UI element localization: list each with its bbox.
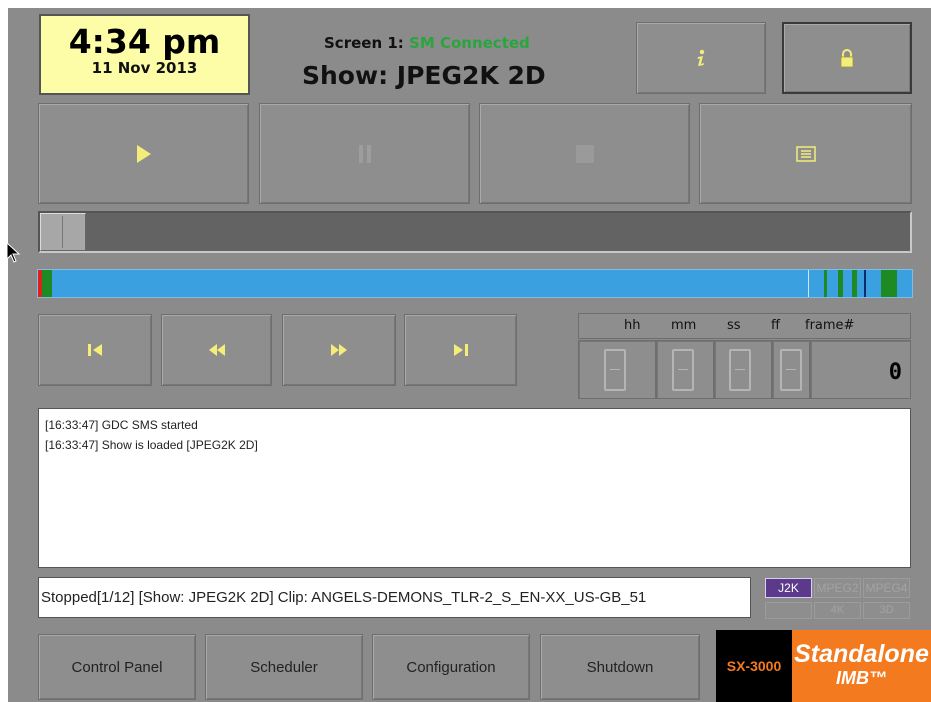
clock-date: 11 Nov 2013 bbox=[91, 59, 198, 77]
log-line: [16:33:47] Show is loaded [JPEG2K 2D] bbox=[45, 438, 258, 452]
clip-timeline[interactable] bbox=[37, 269, 913, 298]
skip-to-start-icon bbox=[88, 344, 102, 356]
scheduler-button[interactable]: Scheduler bbox=[205, 634, 363, 700]
lock-button[interactable] bbox=[782, 22, 912, 94]
timecode-digit bbox=[672, 349, 694, 391]
progress-slider-thumb[interactable] bbox=[40, 213, 86, 251]
codec-badge-j2k: J2K bbox=[765, 578, 812, 598]
format-badge-blank bbox=[765, 602, 812, 619]
timecode-minutes bbox=[656, 340, 714, 399]
frame-number: 0 bbox=[888, 360, 902, 385]
log-line: [16:33:47] GDC SMS started bbox=[45, 418, 198, 432]
rewind-icon bbox=[208, 344, 225, 356]
playlist-icon bbox=[795, 145, 816, 162]
codec-badge-mpeg2: MPEG2 bbox=[814, 578, 861, 598]
show-title: Show: JPEG2K 2D bbox=[302, 61, 546, 90]
mouse-cursor-icon bbox=[6, 242, 21, 263]
logo-product-name: Standalone IMB™ bbox=[792, 630, 931, 702]
event-log[interactable]: [16:33:47] GDC SMS started [16:33:47] Sh… bbox=[38, 408, 911, 568]
logo-line2: IMB™ bbox=[836, 668, 887, 688]
skip-to-end-button[interactable] bbox=[404, 314, 517, 386]
skip-to-end-icon bbox=[453, 344, 468, 356]
screen-label: Screen 1: bbox=[324, 34, 404, 52]
logo-model-badge: SX-3000 bbox=[716, 630, 792, 702]
lock-icon bbox=[840, 49, 854, 68]
product-logo: SX-3000 Standalone IMB™ bbox=[716, 630, 931, 702]
logo-model: SX-3000 bbox=[726, 658, 782, 674]
timeline-marker-blue bbox=[864, 270, 866, 297]
logo-line1: Standalone bbox=[794, 640, 929, 668]
timeline-divider bbox=[808, 270, 809, 297]
frame-number-display: 0 bbox=[810, 340, 911, 399]
timecode-label-ff: ff bbox=[771, 318, 780, 333]
stop-button[interactable] bbox=[479, 103, 690, 204]
timeline-marker-green bbox=[838, 270, 843, 297]
timecode-digit bbox=[780, 349, 802, 391]
timeline-marker-green bbox=[42, 270, 52, 297]
play-icon bbox=[136, 144, 151, 163]
timeline-marker-green bbox=[824, 270, 827, 297]
timecode-header: hh mm ss ff frame# bbox=[578, 313, 911, 339]
progress-slider[interactable] bbox=[38, 211, 912, 253]
timecode-label-frame: frame# bbox=[805, 318, 855, 333]
timeline-marker-green bbox=[881, 270, 897, 297]
playlist-button[interactable] bbox=[699, 103, 912, 204]
timecode-label-hh: hh bbox=[624, 318, 641, 333]
fast-forward-icon bbox=[331, 344, 347, 356]
skip-to-start-button[interactable] bbox=[38, 314, 152, 386]
timecode-digit bbox=[604, 349, 626, 391]
codec-badge-mpeg4: MPEG4 bbox=[863, 578, 910, 598]
timeline-marker-green bbox=[852, 270, 857, 297]
playback-status-bar: Stopped[1/12] [Show: JPEG2K 2D] Clip: AN… bbox=[38, 577, 751, 618]
timecode-frames bbox=[772, 340, 810, 399]
format-badge-3d: 3D bbox=[863, 602, 910, 619]
info-button[interactable] bbox=[636, 22, 766, 94]
timecode-seconds bbox=[714, 340, 772, 399]
timecode-label-mm: mm bbox=[671, 318, 697, 333]
format-badge-4k: 4K bbox=[814, 602, 861, 619]
play-button[interactable] bbox=[38, 103, 249, 204]
rewind-button[interactable] bbox=[161, 314, 272, 386]
clock-display: 4:34 pm 11 Nov 2013 bbox=[39, 14, 250, 95]
shutdown-button[interactable]: Shutdown bbox=[540, 634, 700, 700]
clock-time: 4:34 pm bbox=[68, 22, 221, 61]
timecode-digit bbox=[729, 349, 751, 391]
control-panel-button[interactable]: Control Panel bbox=[38, 634, 196, 700]
timecode-label-ss: ss bbox=[727, 318, 741, 333]
configuration-button[interactable]: Configuration bbox=[372, 634, 530, 700]
connection-status: SM Connected bbox=[409, 34, 530, 52]
pause-icon bbox=[358, 144, 371, 163]
timecode-hours bbox=[578, 340, 656, 399]
fast-forward-button[interactable] bbox=[282, 314, 396, 386]
info-icon bbox=[697, 49, 705, 66]
screen-status-line: Screen 1: SM Connected bbox=[324, 34, 530, 52]
stop-icon bbox=[575, 144, 594, 163]
pause-button[interactable] bbox=[259, 103, 470, 204]
